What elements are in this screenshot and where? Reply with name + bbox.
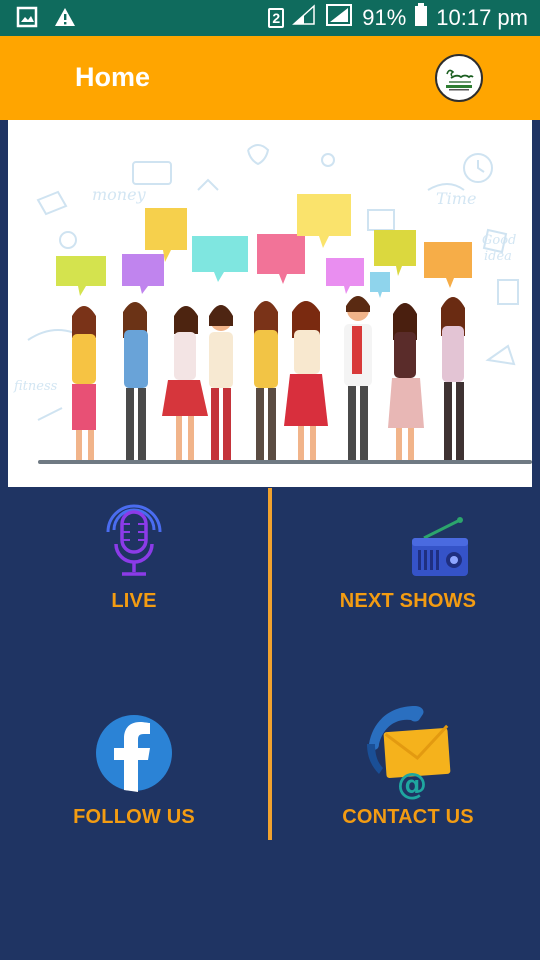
live-tile[interactable]: LIVE [14, 496, 254, 666]
facebook-icon [95, 714, 173, 797]
follow-us-tile[interactable]: FOLLOW US [14, 712, 254, 882]
status-bar: 2 91% 10:17 pm [0, 0, 540, 36]
live-label: LIVE [111, 590, 157, 612]
svg-text:@: @ [397, 767, 427, 800]
app-bar: Home [0, 36, 540, 120]
svg-text:Time: Time [436, 189, 476, 208]
warning-icon [54, 6, 76, 33]
wifi-signal-icon [324, 2, 354, 34]
battery-level: 91% [362, 5, 407, 30]
contact-us-tile[interactable]: @ CONTACT US [288, 704, 528, 874]
microphone-icon [104, 496, 164, 585]
phone-mail-icon: @ [361, 704, 455, 805]
people-group [72, 296, 465, 460]
follow-us-label: FOLLOW US [73, 806, 195, 828]
battery-icon [414, 3, 428, 33]
next-shows-tile[interactable]: NEXT SHOWS [288, 496, 528, 666]
sim-icon: 2 [268, 8, 285, 28]
banner-image: money Time Good idea fitness [8, 120, 532, 487]
radio-icon [410, 516, 470, 583]
clock: 10:17 pm [436, 5, 528, 30]
page-title: Home [75, 62, 151, 92]
svg-text:money: money [92, 185, 147, 204]
svg-text:idea: idea [484, 249, 512, 264]
people-with-speech-bubbles-illustration: money Time Good idea fitness [13, 144, 532, 464]
gallery-notification-icon [16, 6, 38, 33]
signal-icon [292, 4, 316, 32]
svg-text:fitness: fitness [13, 379, 58, 394]
contact-us-label: CONTACT US [342, 806, 474, 828]
grid-divider [268, 488, 272, 840]
svg-text:Good: Good [482, 233, 516, 248]
app-logo[interactable] [435, 54, 483, 102]
next-shows-label: NEXT SHOWS [339, 590, 477, 612]
